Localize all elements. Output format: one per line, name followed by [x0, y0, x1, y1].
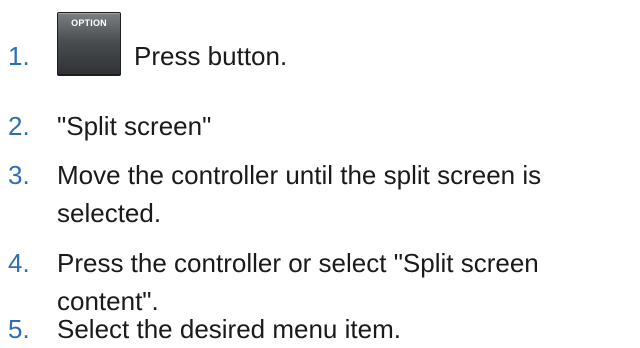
step-text: Press the controller or select "Split sc… [57, 248, 539, 316]
step-number: 5. [8, 314, 30, 344]
instruction-steps: 1. OPTION Press button. 2. "Split screen… [0, 0, 640, 345]
step-text: "Split screen" [57, 111, 212, 141]
step-2: 2. "Split screen" [0, 107, 640, 145]
step-3: 3. Move the controller until the split s… [0, 156, 640, 232]
option-button-icon: OPTION [57, 12, 121, 76]
step-number: 1. [8, 41, 30, 71]
step-text: Press button. [134, 41, 288, 71]
step-text: Move the controller until the split scre… [57, 160, 542, 228]
step-text: Select the desired menu item. [57, 314, 401, 344]
option-button-label: OPTION [71, 18, 107, 28]
step-number: 2. [8, 111, 30, 141]
step-number: 3. [8, 160, 30, 190]
step-4: 4. Press the controller or select "Split… [0, 244, 640, 320]
step-number: 4. [8, 248, 30, 278]
step-5: 5. Select the desired menu item. [0, 310, 640, 348]
step-1: 1. OPTION Press button. [0, 12, 640, 76]
